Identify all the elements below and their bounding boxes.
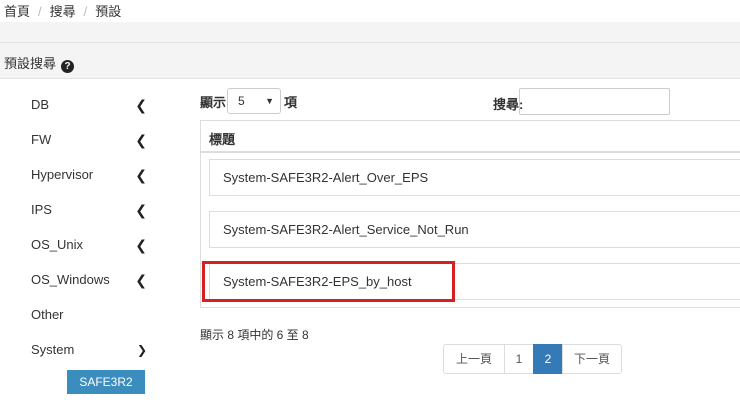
sidebar-item-label: OS_Unix	[31, 237, 84, 252]
prev-page-button[interactable]: 上一頁	[443, 344, 505, 374]
pagination: 上一頁 1 2 下一頁	[443, 344, 622, 374]
breadcrumb-separator: /	[83, 4, 88, 19]
highlight-box	[202, 261, 455, 302]
header-band	[0, 22, 740, 42]
breadcrumb: 首頁 / 搜尋 / 預設	[0, 0, 740, 22]
chevron-left-icon: ❮	[135, 167, 147, 183]
sidebar-subitem-safe3r2[interactable]: SAFE3R2	[67, 370, 145, 394]
sidebar-item-label: System	[31, 342, 75, 357]
page-1-button[interactable]: 1	[504, 344, 534, 374]
sidebar-item-os-unix[interactable]: OS_Unix ❮	[31, 233, 149, 257]
sidebar-item-ips[interactable]: IPS ❮	[31, 198, 149, 222]
chevron-left-icon: ❮	[135, 132, 147, 148]
section-title: 預設搜尋	[4, 56, 57, 71]
next-page-button[interactable]: 下一頁	[562, 344, 622, 374]
sidebar-item-label: DB	[31, 97, 50, 112]
table-row[interactable]: System-SAFE3R2-Alert_Over_EPS	[209, 159, 740, 196]
table-row[interactable]: System-SAFE3R2-Alert_Service_Not_Run	[209, 211, 740, 248]
chevron-left-icon: ❮	[135, 237, 147, 253]
length-suffix: 項	[284, 95, 298, 110]
sidebar-item-fw[interactable]: FW ❮	[31, 128, 149, 152]
sidebar-item-label: FW	[31, 132, 52, 147]
page-length-value: 5	[238, 94, 245, 108]
length-label: 顯示	[200, 95, 227, 110]
page-length-select[interactable]: 5 ▼	[227, 88, 281, 114]
search-input[interactable]	[519, 88, 670, 115]
breadcrumb-search[interactable]: 搜尋	[50, 4, 76, 19]
sidebar-item-label: OS_Windows	[31, 272, 110, 287]
question-circle-icon[interactable]: ?	[61, 60, 75, 73]
chevron-left-icon: ❮	[135, 202, 147, 218]
sidebar-item-system[interactable]: System ❯	[31, 338, 149, 362]
header-divider	[201, 151, 740, 153]
page-2-button[interactable]: 2	[533, 344, 563, 374]
caret-down-icon: ▼	[265, 96, 274, 106]
section-header: 預設搜尋?	[0, 42, 740, 79]
sidebar-item-other[interactable]: Other	[31, 303, 149, 327]
breadcrumb-home[interactable]: 首頁	[4, 4, 30, 19]
breadcrumb-current: 預設	[95, 4, 122, 19]
sidebar-item-db[interactable]: DB ❮	[31, 93, 149, 117]
sidebar-item-hypervisor[interactable]: Hypervisor ❮	[31, 163, 149, 187]
table-info: 顯示 8 項中的 6 至 8	[200, 328, 309, 342]
chevron-down-icon: ❯	[136, 343, 147, 357]
breadcrumb-separator: /	[38, 4, 42, 19]
sidebar-item-label: Hypervisor	[31, 167, 94, 182]
column-header-title[interactable]: 標題	[209, 129, 235, 148]
sidebar-item-os-windows[interactable]: OS_Windows ❮	[31, 268, 149, 292]
chevron-left-icon: ❮	[135, 272, 147, 288]
chevron-left-icon: ❮	[135, 97, 147, 113]
sidebar-item-label: Other	[31, 307, 64, 322]
sidebar-item-label: IPS	[31, 202, 52, 217]
